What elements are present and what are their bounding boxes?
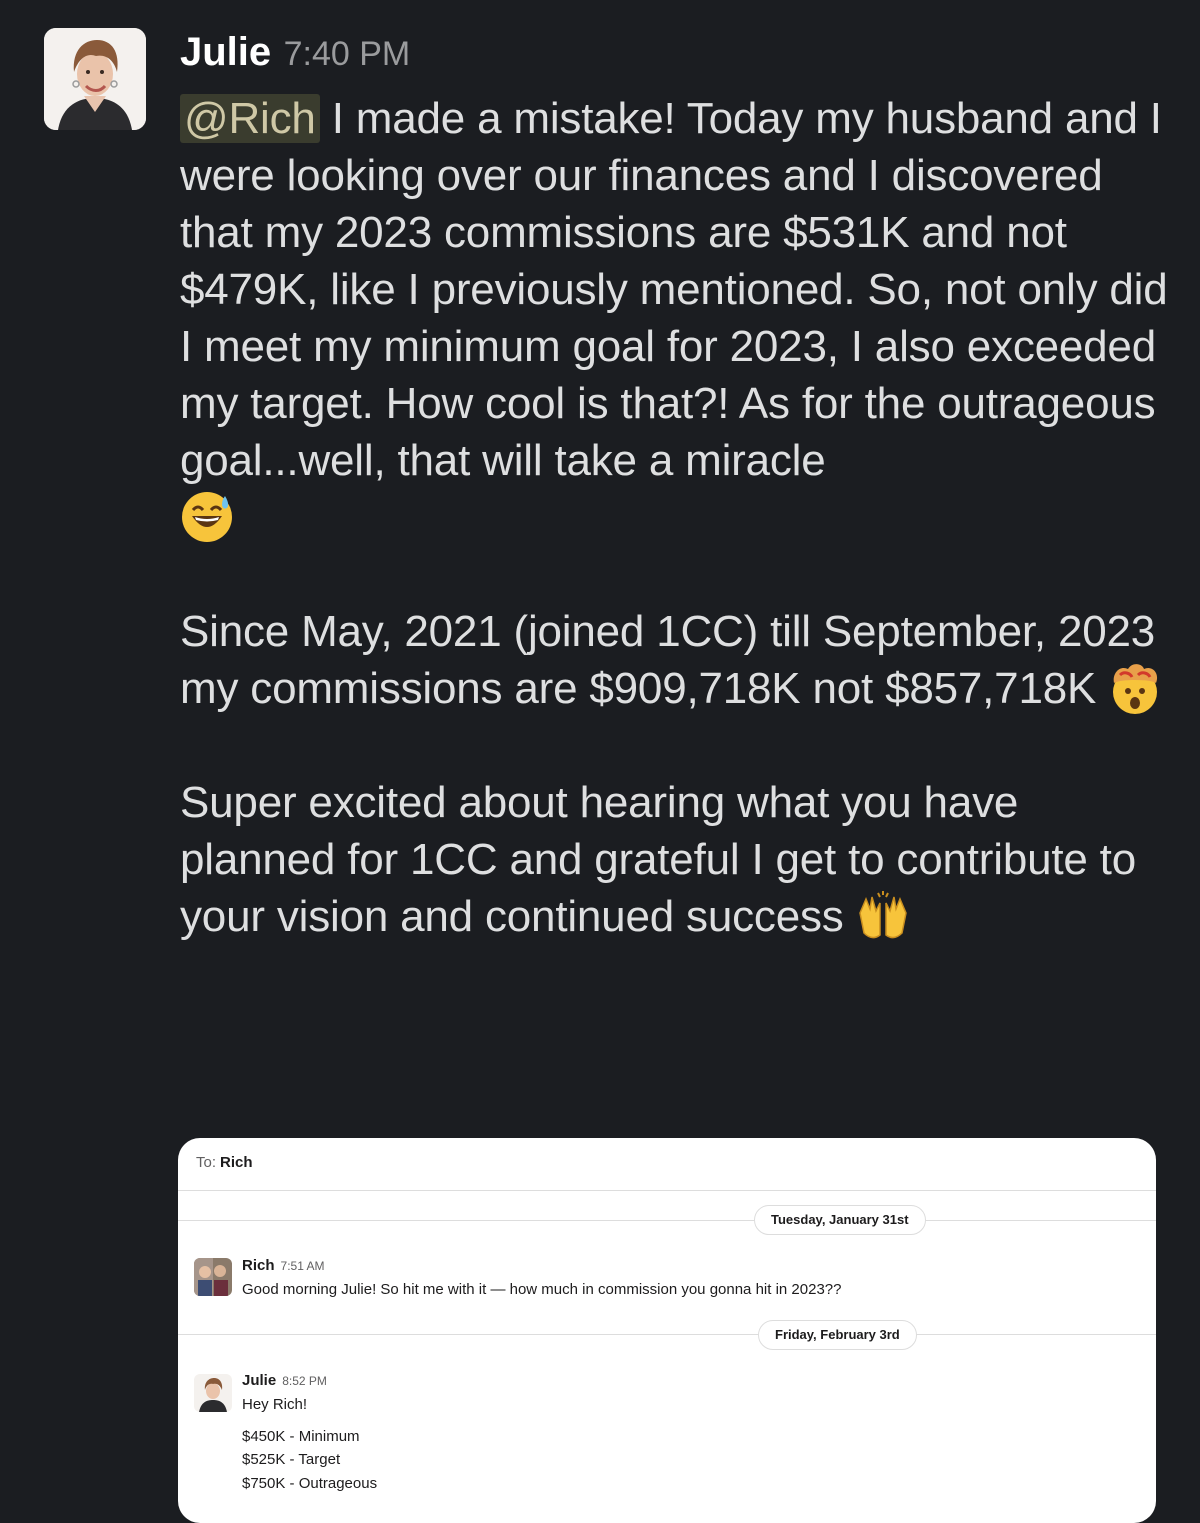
message-author: Rich 7:51 AM xyxy=(242,1257,325,1274)
author-name[interactable]: Julie xyxy=(180,30,271,74)
divider xyxy=(178,1220,1156,1221)
avatar-photo xyxy=(44,28,146,130)
message-text: Hey Rich! xyxy=(242,1396,308,1413)
rich-avatar-photo xyxy=(194,1258,232,1296)
author-name[interactable]: Rich xyxy=(242,1257,275,1274)
date-divider-pill[interactable]: Tuesday, January 31st xyxy=(754,1205,926,1235)
slack-message: Julie 7:40 PM @Rich I made a mistake! To… xyxy=(0,0,1200,1523)
to-label: To: xyxy=(196,1154,217,1171)
to-recipient: Rich xyxy=(220,1154,253,1171)
author-name[interactable]: Julie xyxy=(242,1372,276,1389)
message-text: $750K - Outrageous xyxy=(242,1475,378,1492)
raising-hands-emoji-icon xyxy=(856,889,910,943)
julie-avatar-photo xyxy=(194,1374,232,1412)
paragraph-text: I made a mistake! Today my husband and I… xyxy=(180,94,1168,485)
message-timestamp[interactable]: 8:52 PM xyxy=(282,1374,327,1388)
message-timestamp[interactable]: 7:40 PM xyxy=(284,35,411,73)
date-divider-pill[interactable]: Friday, February 3rd xyxy=(758,1320,917,1350)
sweat-smile-emoji-icon xyxy=(180,490,234,544)
message-body: @Rich I made a mistake! Today my husband… xyxy=(180,90,1170,945)
embedded-screenshot[interactable]: To: Rich Tuesday, January 31st Rich 7:51 A… xyxy=(178,1138,1156,1523)
paragraph-text: Super excited about hearing what you hav… xyxy=(180,778,1136,941)
message-timestamp[interactable]: 7:51 AM xyxy=(281,1259,325,1273)
message-text: $450K - Minimum xyxy=(242,1428,360,1445)
message-paragraph: Since May, 2021 (joined 1CC) till Septem… xyxy=(180,603,1170,717)
to-field: To: Rich xyxy=(196,1154,253,1171)
avatar xyxy=(194,1374,232,1412)
divider xyxy=(178,1190,1156,1191)
avatar xyxy=(194,1258,232,1296)
exploding-head-emoji-icon xyxy=(1108,661,1162,715)
message-header: Julie 7:40 PM xyxy=(180,30,410,82)
message-paragraph: Super excited about hearing what you hav… xyxy=(180,774,1170,945)
paragraph-text: Since May, 2021 (joined 1CC) till Septem… xyxy=(180,607,1156,713)
divider xyxy=(178,1334,1156,1335)
message-paragraph: @Rich I made a mistake! Today my husband… xyxy=(180,90,1170,546)
message-text: Good morning Julie! So hit me with it — … xyxy=(242,1281,842,1298)
user-mention[interactable]: @Rich xyxy=(180,94,320,143)
message-author: Julie 8:52 PM xyxy=(242,1372,327,1389)
message-text: $525K - Target xyxy=(242,1451,341,1468)
avatar[interactable] xyxy=(44,28,146,130)
